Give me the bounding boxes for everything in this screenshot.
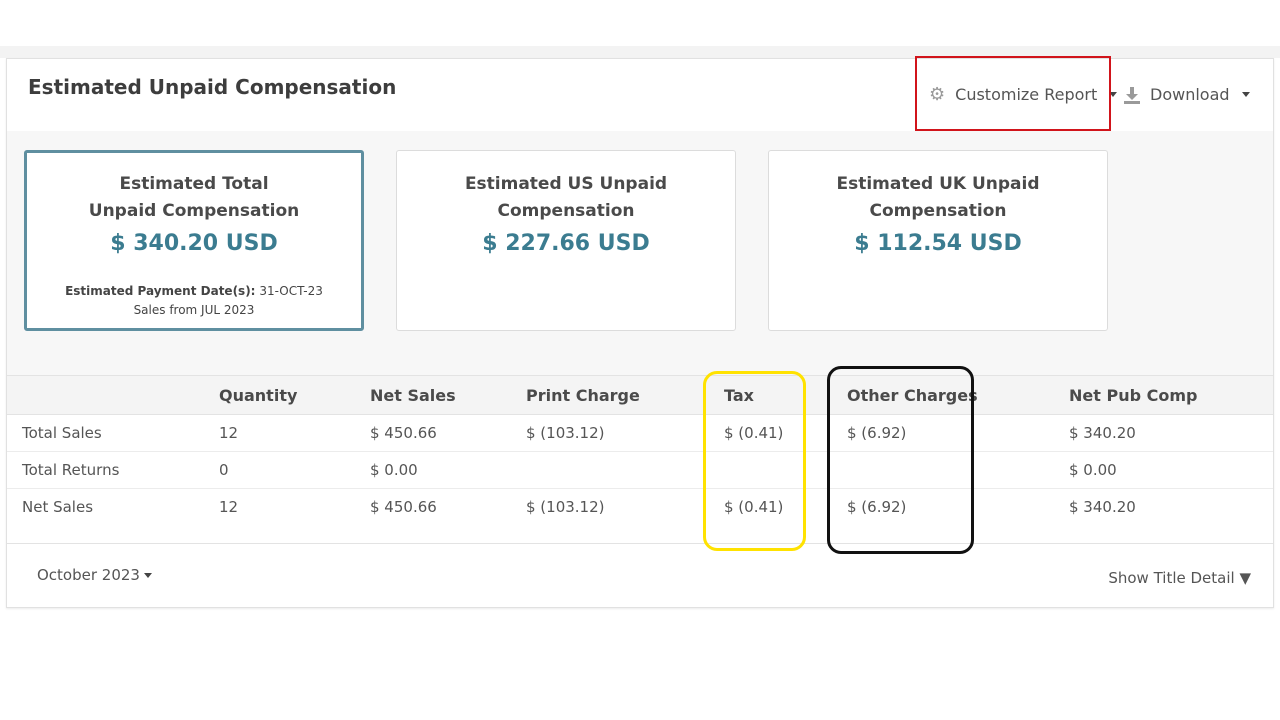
yellow-highlight-box bbox=[703, 371, 806, 551]
row-label: Total Sales bbox=[22, 424, 102, 442]
card-title: Estimated US Unpaid Compensation bbox=[464, 174, 668, 221]
cell-net-sales: $ 450.66 bbox=[370, 498, 437, 516]
month-dropdown[interactable]: October 2023 bbox=[37, 566, 152, 584]
card-amount: $ 112.54 USD bbox=[854, 231, 1022, 256]
col-header-net-sales: Net Sales bbox=[370, 386, 456, 405]
summary-cards-area: Estimated Total Unpaid Compensation $ 34… bbox=[7, 131, 1273, 375]
cell-quantity: 12 bbox=[219, 424, 239, 442]
card-title: Estimated UK Unpaid Compensation bbox=[836, 174, 1040, 221]
card-us-unpaid[interactable]: Estimated US Unpaid Compensation $ 227.6… bbox=[396, 150, 736, 331]
download-icon bbox=[1124, 86, 1140, 104]
cell-net-pub-comp: $ 0.00 bbox=[1069, 461, 1117, 479]
col-header-quantity: Quantity bbox=[219, 386, 298, 405]
card-uk-unpaid[interactable]: Estimated UK Unpaid Compensation $ 112.5… bbox=[768, 150, 1108, 331]
cell-quantity: 0 bbox=[219, 461, 229, 479]
table-row: Total Sales 12 $ 450.66 $ (103.12) $ (0.… bbox=[7, 415, 1273, 452]
sales-table: Quantity Net Sales Print Charge Tax Othe… bbox=[7, 375, 1273, 543]
chevron-down-icon bbox=[143, 572, 152, 578]
sales-from-text: Sales from JUL 2023 bbox=[133, 303, 255, 317]
payment-date-label: Estimated Payment Date(s): bbox=[65, 284, 256, 298]
card-amount: $ 340.20 USD bbox=[110, 231, 278, 256]
chevron-down-icon bbox=[1241, 92, 1250, 97]
month-label: October 2023 bbox=[37, 566, 140, 584]
panel-footer: October 2023 Show Title Detail ▼ bbox=[7, 543, 1273, 610]
cell-net-pub-comp: $ 340.20 bbox=[1069, 424, 1136, 442]
table-header: Quantity Net Sales Print Charge Tax Othe… bbox=[7, 375, 1273, 415]
row-label: Total Returns bbox=[22, 461, 120, 479]
red-highlight-box bbox=[915, 56, 1111, 131]
download-label: Download bbox=[1150, 85, 1230, 104]
cell-net-pub-comp: $ 340.20 bbox=[1069, 498, 1136, 516]
col-header-print-charge: Print Charge bbox=[526, 386, 640, 405]
card-footnote: Estimated Payment Date(s): 31-OCT-23 Sal… bbox=[27, 282, 361, 320]
show-title-detail-link[interactable]: Show Title Detail ▼ bbox=[1108, 569, 1251, 587]
black-highlight-box bbox=[827, 366, 974, 554]
table-row: Total Returns 0 $ 0.00 $ 0.00 bbox=[7, 452, 1273, 489]
col-header-net-pub-comp: Net Pub Comp bbox=[1069, 386, 1198, 405]
card-title: Estimated Total Unpaid Compensation bbox=[88, 174, 300, 221]
cell-net-sales: $ 450.66 bbox=[370, 424, 437, 442]
cell-net-sales: $ 0.00 bbox=[370, 461, 418, 479]
card-amount: $ 227.66 USD bbox=[482, 231, 650, 256]
card-total-unpaid[interactable]: Estimated Total Unpaid Compensation $ 34… bbox=[24, 150, 364, 331]
table-row: Net Sales 12 $ 450.66 $ (103.12) $ (0.41… bbox=[7, 489, 1273, 543]
cell-print-charge: $ (103.12) bbox=[526, 424, 605, 442]
compensation-panel: Estimated Unpaid Compensation ⚙ Customiz… bbox=[6, 58, 1274, 608]
page-title: Estimated Unpaid Compensation bbox=[28, 75, 397, 99]
cell-print-charge: $ (103.12) bbox=[526, 498, 605, 516]
row-label: Net Sales bbox=[22, 498, 94, 516]
download-button[interactable]: Download bbox=[1124, 85, 1250, 104]
cell-quantity: 12 bbox=[219, 498, 239, 516]
payment-date-value: 31-OCT-23 bbox=[259, 284, 323, 298]
